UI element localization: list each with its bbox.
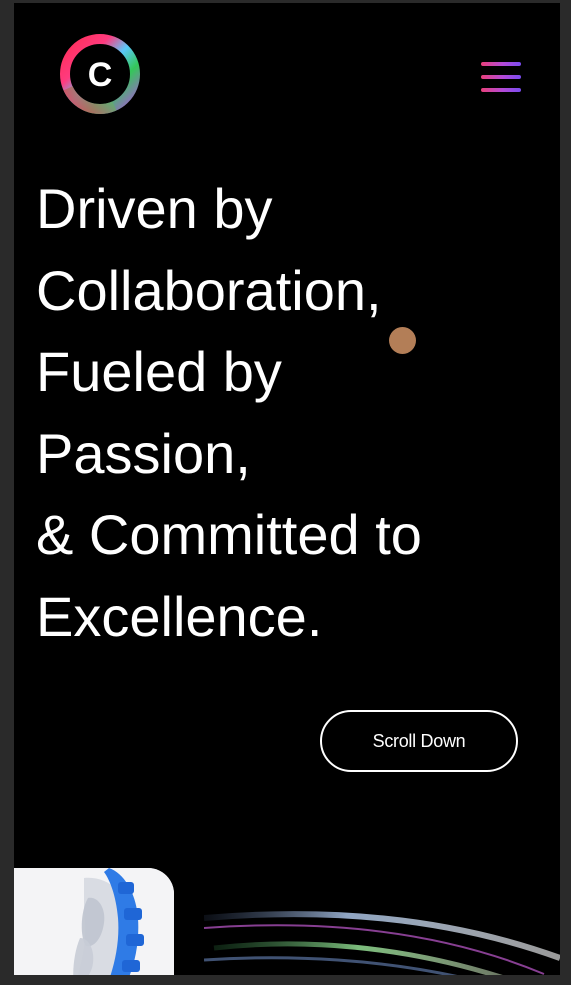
- blue-gear-image: [14, 868, 174, 975]
- app-viewport: C Driven by Collaboration, Fueled by Pas…: [14, 3, 560, 975]
- headline-line: & Committed to: [36, 503, 422, 567]
- scroll-down-button[interactable]: Scroll Down: [320, 710, 518, 772]
- logo-letter: C: [88, 56, 113, 94]
- menu-bar: [481, 75, 521, 79]
- cursor-dot: [389, 327, 416, 354]
- brand-logo-icon[interactable]: C: [60, 34, 140, 114]
- menu-bar: [481, 88, 521, 92]
- project-thumbnail[interactable]: [14, 868, 174, 975]
- hero-headline: Driven by Collaboration, Fueled by Passi…: [36, 168, 536, 658]
- headline-line: Excellence.: [36, 584, 323, 648]
- light-streak-image: [204, 911, 560, 975]
- headline-line: Passion,: [36, 421, 251, 485]
- headline-line: Driven by: [36, 177, 273, 240]
- headline-line: Fueled by: [36, 340, 282, 404]
- headline-line: Collaboration,: [36, 258, 382, 322]
- menu-bar: [481, 62, 521, 66]
- hamburger-menu-icon[interactable]: [477, 60, 523, 98]
